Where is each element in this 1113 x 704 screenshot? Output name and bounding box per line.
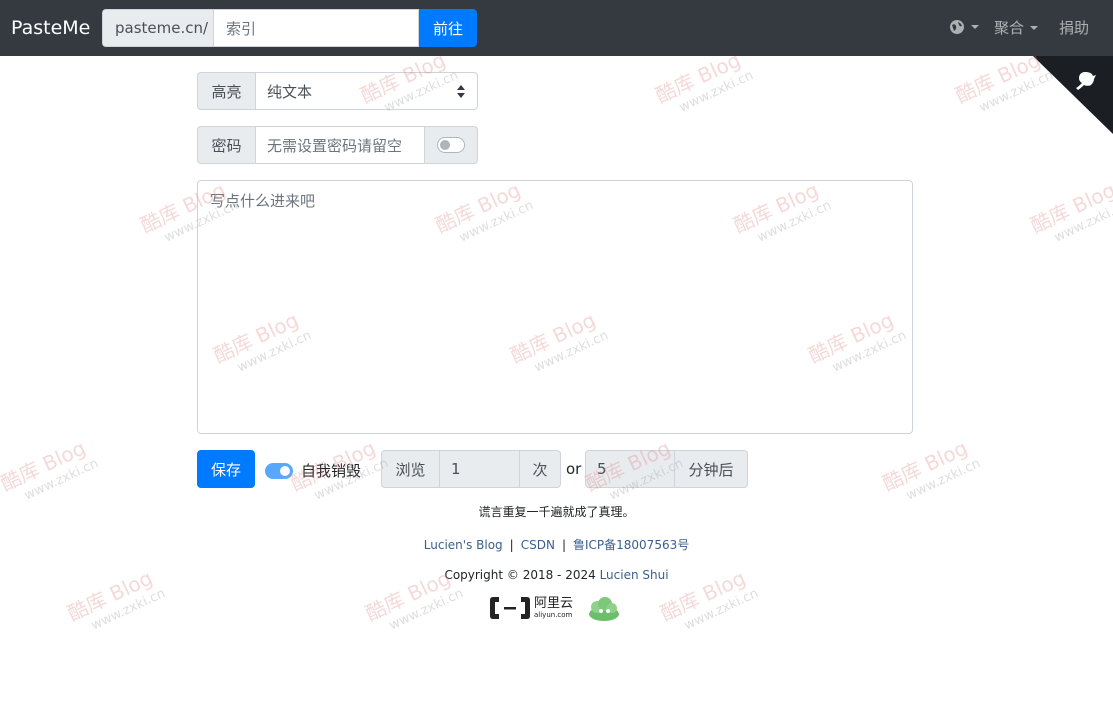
minutes-group: 5 分钟后 [585,450,748,488]
self-destruct-toggle[interactable] [265,462,293,479]
footer-quote: 谎言重复一千遍就成了真理。 [478,505,635,519]
copyright: Copyright © 2018 - 2024 Lucien Shui [0,568,1113,582]
save-button[interactable]: 保存 [197,450,255,488]
minutes-input[interactable]: 5 [585,450,675,488]
cloud-badge-icon[interactable] [587,594,621,622]
aggregate-label: 聚合 [994,19,1025,37]
highlight-value: 纯文本 [267,82,313,101]
footer-links: Lucien's Blog | CSDN | 鲁ICP备18007563号 [0,536,1113,553]
separator: | [561,538,566,552]
aliyun-icon [490,597,530,619]
chevron-down-icon [1030,25,1039,30]
or-label: or [566,460,582,478]
blog-link[interactable]: Lucien's Blog [424,538,503,552]
password-toggle[interactable] [437,137,465,153]
password-toggle-wrap [425,126,478,164]
aggregate-dropdown[interactable]: 聚合 [994,17,1039,38]
nav-search-group: pasteme.cn/ 索引 前往 [102,9,477,47]
navbar: PasteMe pasteme.cn/ 索引 前往 聚合 捐助 [0,0,1113,56]
highlight-select[interactable]: 纯文本 [255,72,478,110]
watermark: 酷库 Blog www.zxki.cn [878,435,983,504]
go-button[interactable]: 前往 [419,9,477,47]
watermark: 酷库 Blog www.zxki.cn [0,435,101,504]
aliyun-en-text: aliyun.com [534,611,573,619]
aliyun-wordmark: 阿里云 aliyun.com [534,597,573,619]
views-input[interactable]: 1 [439,450,520,488]
github-corner-icon[interactable] [1033,56,1113,134]
brand-logo[interactable]: PasteMe [11,15,90,41]
select-arrows-icon [457,85,465,99]
password-label: 密码 [197,126,255,164]
password-placeholder: 无需设置密码请留空 [267,136,403,155]
copyright-prefix: Copyright © 2018 - 2024 [444,568,596,582]
views-value: 1 [451,460,461,478]
minutes-value: 5 [597,460,607,478]
highlight-label: 高亮 [197,72,255,110]
sponsor-logos: 阿里云 aliyun.com [489,594,621,622]
password-input[interactable]: 无需设置密码请留空 [255,126,425,164]
highlight-group: 高亮 纯文本 [197,72,478,110]
content-placeholder: 写点什么进来吧 [210,192,316,210]
search-placeholder: 索引 [226,19,257,38]
content-textarea[interactable]: 写点什么进来吧 [197,180,913,434]
icp-link[interactable]: 鲁ICP备18007563号 [573,538,689,552]
search-input[interactable]: 索引 [213,9,419,47]
views-label: 浏览 [381,450,439,488]
globe-icon [950,20,964,34]
donate-link[interactable]: 捐助 [1059,17,1089,38]
aliyun-cn-text: 阿里云 [534,596,574,611]
views-unit: 次 [520,450,561,488]
self-destruct-control: 自我销毁 [265,460,361,481]
views-group: 浏览 1 次 [381,450,561,488]
self-destruct-label: 自我销毁 [301,462,362,480]
chevron-down-icon [971,25,979,29]
aliyun-logo[interactable]: 阿里云 aliyun.com [489,595,573,621]
csdn-link[interactable]: CSDN [521,538,555,552]
watermark: 酷库 Blog www.zxki.cn [1026,177,1113,246]
language-dropdown[interactable] [949,19,979,35]
separator: | [509,538,514,552]
minutes-unit: 分钟后 [675,450,748,488]
author-link[interactable]: Lucien Shui [600,568,669,582]
password-group: 密码 无需设置密码请留空 [197,126,478,164]
url-prefix: pasteme.cn/ [102,9,213,47]
